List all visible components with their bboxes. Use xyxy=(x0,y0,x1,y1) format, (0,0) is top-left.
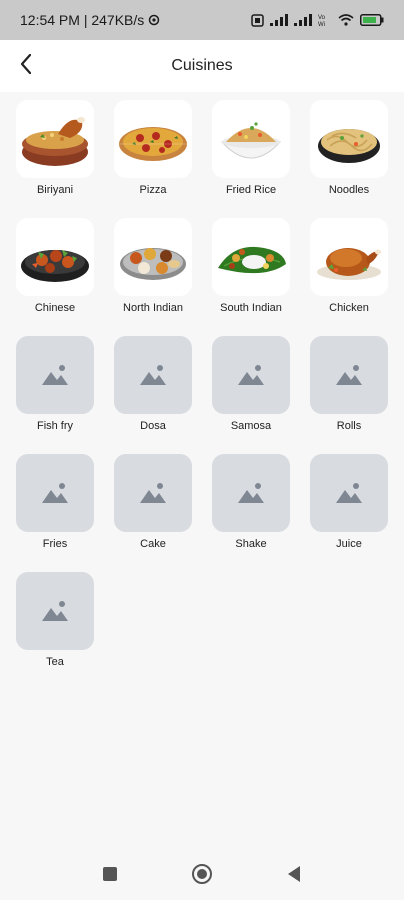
cuisine-label: Juice xyxy=(336,538,362,550)
cuisine-label: South Indian xyxy=(220,302,282,314)
cuisine-tile-biriyani[interactable]: Biriyani xyxy=(15,100,95,196)
cuisine-tile-samosa[interactable]: Samosa xyxy=(211,336,291,432)
cuisine-tile-fries[interactable]: Fries xyxy=(15,454,95,550)
image-placeholder-icon xyxy=(310,336,388,414)
cuisine-label: Chinese xyxy=(34,302,76,314)
recents-button[interactable] xyxy=(98,864,122,888)
chinese-image xyxy=(16,218,94,296)
back-button[interactable] xyxy=(12,52,40,80)
pizza-image xyxy=(114,100,192,178)
back-nav-button[interactable] xyxy=(282,864,306,888)
signal-icon xyxy=(294,14,312,26)
cuisine-grid: Biriyani Pizza Fried Rice Noodles Chinese Nor… xyxy=(0,92,404,668)
image-placeholder-icon xyxy=(310,454,388,532)
cuisine-tile-cake[interactable]: Cake xyxy=(113,454,193,550)
home-circle-icon xyxy=(191,863,213,890)
image-placeholder-icon xyxy=(114,454,192,532)
svg-text:Vo: Vo xyxy=(318,15,326,21)
cuisine-tile-rolls[interactable]: Rolls xyxy=(309,336,389,432)
cuisine-label: Samosa xyxy=(230,420,272,432)
noodles-image xyxy=(310,100,388,178)
page-title: Cuisines xyxy=(171,57,233,74)
status-time: 12:54 PM | 247KB/s xyxy=(20,12,145,28)
image-placeholder-icon xyxy=(16,572,94,650)
cuisine-label: Shake xyxy=(235,538,267,550)
system-nav-bar xyxy=(0,852,404,900)
settings-icon xyxy=(148,14,160,26)
cuisine-label: Rolls xyxy=(336,420,362,432)
cuisine-tile-shake[interactable]: Shake xyxy=(211,454,291,550)
cuisine-tile-dosa[interactable]: Dosa xyxy=(113,336,193,432)
cuisine-tile-fried-rice[interactable]: Fried Rice xyxy=(211,100,291,196)
cuisine-label: Biriyani xyxy=(36,184,74,196)
cuisine-tile-fish-fry[interactable]: Fish fry xyxy=(15,336,95,432)
cuisine-label: Dosa xyxy=(140,420,166,432)
north-indian-image xyxy=(114,218,192,296)
battery-icon xyxy=(360,14,384,26)
cuisine-label: Fries xyxy=(42,538,68,550)
image-placeholder-icon xyxy=(16,454,94,532)
cuisine-tile-noodles[interactable]: Noodles xyxy=(309,100,389,196)
status-right: Vo Wi xyxy=(251,13,384,27)
cuisine-tile-south-indian[interactable]: South Indian xyxy=(211,218,291,314)
app-bar: Cuisines xyxy=(0,40,404,92)
cuisine-tile-chinese[interactable]: Chinese xyxy=(15,218,95,314)
south-indian-image xyxy=(212,218,290,296)
home-button[interactable] xyxy=(190,863,214,890)
cuisine-tile-north-indian[interactable]: North Indian xyxy=(113,218,193,314)
wifi-icon xyxy=(338,14,354,26)
volte-wifi-icon: Vo Wi xyxy=(318,13,332,27)
cuisine-label: Pizza xyxy=(139,184,167,196)
image-placeholder-icon xyxy=(16,336,94,414)
chicken-image xyxy=(310,218,388,296)
cuisine-label: North Indian xyxy=(123,302,183,314)
cuisine-tile-juice[interactable]: Juice xyxy=(309,454,389,550)
cuisine-tile-pizza[interactable]: Pizza xyxy=(113,100,193,196)
fried-rice-image xyxy=(212,100,290,178)
cuisine-label: Cake xyxy=(140,538,166,550)
cuisine-tile-chicken[interactable]: Chicken xyxy=(309,218,389,314)
biriyani-image xyxy=(16,100,94,178)
status-bar: 12:54 PM | 247KB/s Vo Wi xyxy=(0,0,404,40)
cuisine-label: Chicken xyxy=(329,302,369,314)
cuisine-label: Fish fry xyxy=(36,420,74,432)
recents-square-icon xyxy=(102,866,118,887)
status-left: 12:54 PM | 247KB/s xyxy=(20,12,160,28)
image-placeholder-icon xyxy=(114,336,192,414)
sim-icon xyxy=(251,13,264,27)
cuisine-tile-tea[interactable]: Tea xyxy=(15,572,95,668)
cuisine-label: Tea xyxy=(46,656,64,668)
image-placeholder-icon xyxy=(212,454,290,532)
back-triangle-icon xyxy=(286,865,302,888)
svg-text:Wi: Wi xyxy=(318,22,325,27)
signal-icon xyxy=(270,14,288,26)
image-placeholder-icon xyxy=(212,336,290,414)
cuisine-label: Noodles xyxy=(328,184,370,196)
chevron-left-icon xyxy=(19,53,33,80)
cuisine-label: Fried Rice xyxy=(225,184,277,196)
